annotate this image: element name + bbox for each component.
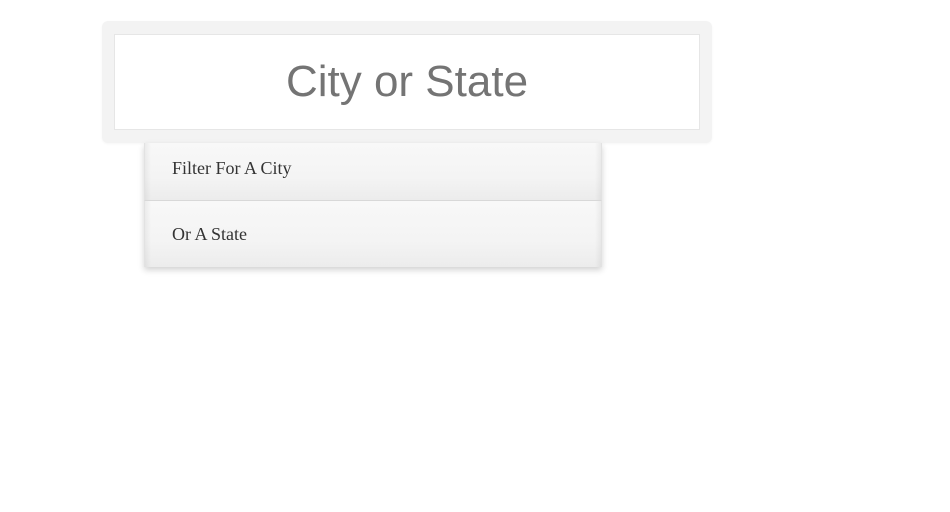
page: Filter For A City Or A State [0, 0, 950, 512]
search-input[interactable] [114, 34, 700, 130]
suggestion-item-state[interactable]: Or A State [144, 200, 602, 267]
suggestions-list: Filter For A City Or A State [144, 143, 602, 267]
search-form [102, 21, 712, 143]
suggestion-item-city[interactable]: Filter For A City [144, 143, 602, 200]
